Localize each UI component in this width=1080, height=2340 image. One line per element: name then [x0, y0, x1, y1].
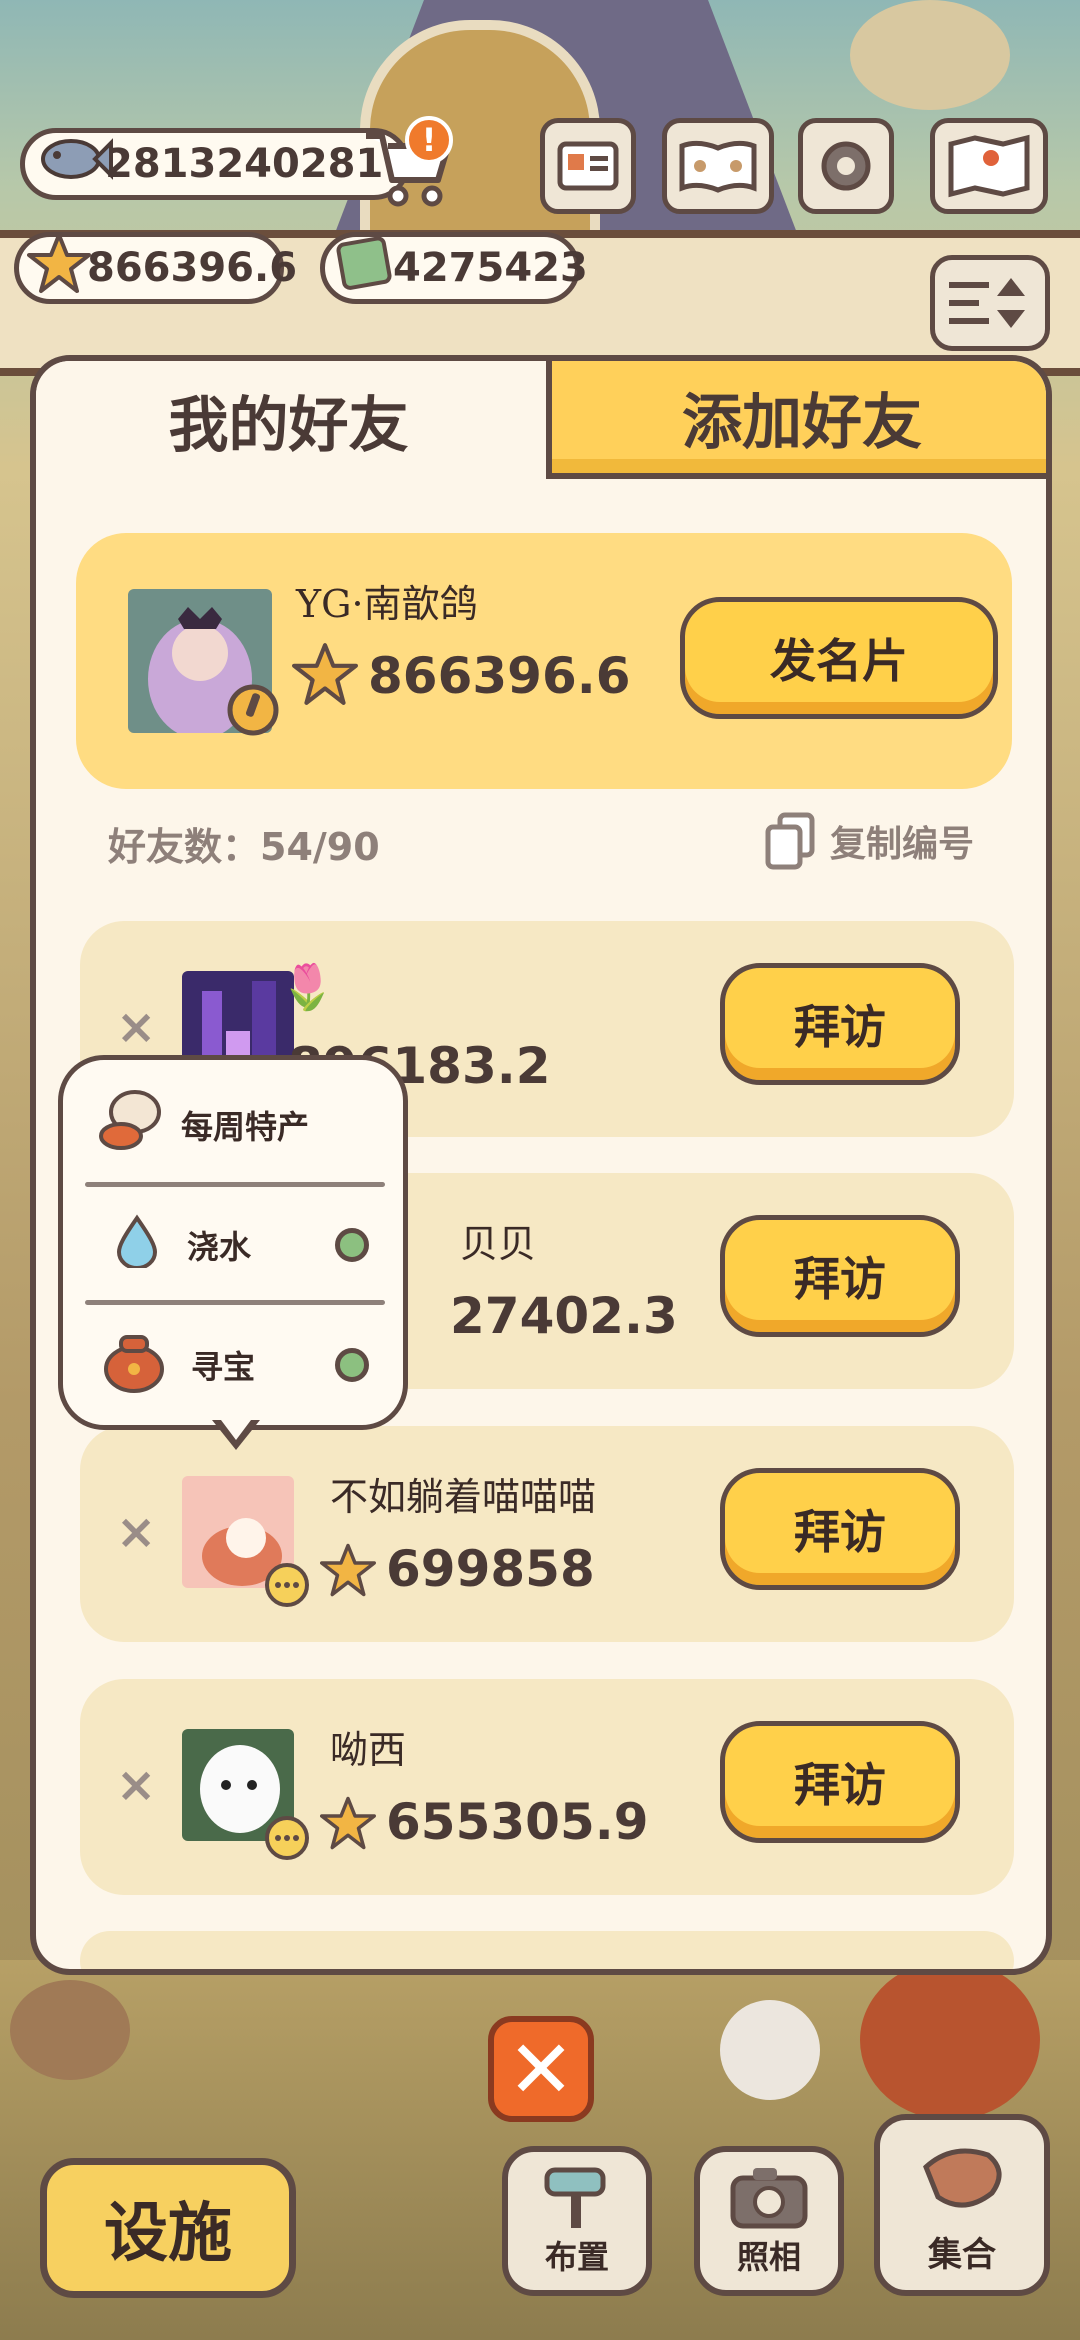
id-card-icon — [557, 141, 619, 191]
send-card-button[interactable]: 发名片 — [680, 597, 998, 719]
friends-count: 好友数：54/90 — [108, 825, 380, 869]
weekly-special-label: 每周特产 — [181, 1108, 310, 1146]
friend-name: 贝贝 — [460, 1222, 537, 1266]
remove-friend-button[interactable]: × — [116, 1757, 156, 1813]
edit-badge-icon[interactable] — [226, 683, 280, 741]
copy-id-label: 复制编号 — [830, 824, 975, 865]
facility-button[interactable]: 设施 — [40, 2158, 296, 2298]
paint-roller-icon — [544, 2167, 606, 2228]
fish-currency-pill[interactable]: 2813240281 — [20, 128, 410, 200]
my-name: YG·南歆鸽 — [296, 582, 478, 626]
friend-row: × 呦西 655305.9 拜访 — [80, 1679, 1014, 1895]
water-drop-icon — [115, 1214, 159, 1276]
friend-name: 呦西 — [330, 1728, 407, 1772]
friend-actions-popup: 每周特产 浇水 寻宝 — [58, 1055, 408, 1430]
cash-currency-value: 4275423 — [393, 245, 588, 291]
visit-button[interactable]: 拜访 — [720, 1721, 960, 1843]
treasure-bag-icon — [101, 1329, 167, 1401]
background-lamp — [850, 0, 1010, 110]
gather-button[interactable]: 集合 — [874, 2114, 1050, 2296]
copy-icon — [765, 812, 815, 870]
copy-id-button[interactable]: 复制编号 — [764, 811, 974, 871]
popup-divider — [85, 1300, 385, 1305]
friend-score: 655305.9 — [386, 1793, 649, 1851]
friend-row: × 不如躺着喵喵喵 699858 拜访 — [80, 1426, 1014, 1642]
friend-row-partial — [80, 1931, 1014, 1969]
cash-currency-pill[interactable]: 4275423 — [320, 231, 588, 305]
close-button[interactable]: ✕ — [488, 2016, 594, 2122]
fish-currency-value: 2813240281 — [105, 141, 384, 187]
my-profile-card: YG·南歆鸽 866396.6 发名片 — [76, 533, 1012, 789]
more-options-icon[interactable] — [264, 1562, 310, 1612]
treasure-status-dot — [335, 1348, 369, 1382]
background-bear — [10, 1980, 130, 2080]
visit-button[interactable]: 拜访 — [720, 963, 960, 1085]
whistle-icon — [923, 2148, 1002, 2208]
remove-friend-button[interactable]: × — [116, 1504, 156, 1560]
layout-label: 布置 — [544, 2238, 609, 2276]
star-icon — [27, 231, 91, 305]
remove-friend-button[interactable]: × — [116, 999, 156, 1055]
star-currency-value: 866396.6 — [87, 245, 298, 291]
map-icon — [948, 134, 1030, 198]
treasure-hunt-label: 寻宝 — [191, 1348, 256, 1386]
my-score: 866396.6 — [368, 647, 631, 705]
tab-add-friend-label: 添加好友 — [682, 387, 922, 458]
gather-label: 集合 — [928, 2235, 996, 2275]
more-options-icon[interactable] — [264, 1815, 310, 1865]
toggle-arrows-icon — [949, 278, 1025, 328]
treasure-hunt-item[interactable]: 寻宝 — [63, 1310, 403, 1420]
notification-badge: ! — [405, 116, 453, 164]
settings-button[interactable] — [798, 118, 894, 214]
camera-icon — [730, 2168, 808, 2229]
hermit-crab-icon — [91, 1086, 167, 1164]
profile-card-button[interactable] — [540, 118, 636, 214]
visit-button[interactable]: 拜访 — [720, 1215, 960, 1337]
friend-name: 不如躺着喵喵喵 — [330, 1475, 597, 1519]
map-button[interactable] — [930, 118, 1048, 214]
background-panda — [720, 2000, 820, 2100]
photo-button[interactable]: 照相 — [694, 2146, 844, 2296]
layout-button[interactable]: 布置 — [502, 2146, 652, 2296]
photo-label: 照相 — [736, 2238, 801, 2276]
friend-score: 699858 — [386, 1540, 595, 1598]
cash-icon — [333, 231, 397, 305]
weekly-special-item[interactable]: 每周特产 — [63, 1070, 403, 1180]
pet-book-button[interactable] — [662, 118, 774, 214]
my-score-star-icon — [292, 641, 358, 711]
paw-book-icon — [679, 140, 757, 193]
star-currency-pill[interactable]: 866396.6 — [14, 231, 297, 305]
friend-score-star-icon — [320, 1542, 376, 1602]
watering-label: 浇水 — [187, 1228, 252, 1266]
watering-item[interactable]: 浇水 — [63, 1190, 403, 1300]
gear-icon — [821, 141, 871, 191]
friend-name: 🌷 — [280, 962, 335, 1013]
visit-button[interactable]: 拜访 — [720, 1468, 960, 1590]
fish-icon — [33, 129, 113, 199]
background-bag — [860, 1960, 1040, 2120]
tab-my-friends[interactable]: 我的好友 — [36, 361, 541, 479]
popup-tail-inner — [218, 1416, 254, 1440]
tab-add-friend[interactable]: 添加好友 — [546, 361, 1046, 479]
friend-score: 27402.3 — [450, 1287, 678, 1345]
friend-score-star-icon — [320, 1795, 376, 1855]
popup-divider — [85, 1182, 385, 1187]
watering-status-dot — [335, 1228, 369, 1262]
panel-toggle-button[interactable] — [930, 255, 1050, 351]
